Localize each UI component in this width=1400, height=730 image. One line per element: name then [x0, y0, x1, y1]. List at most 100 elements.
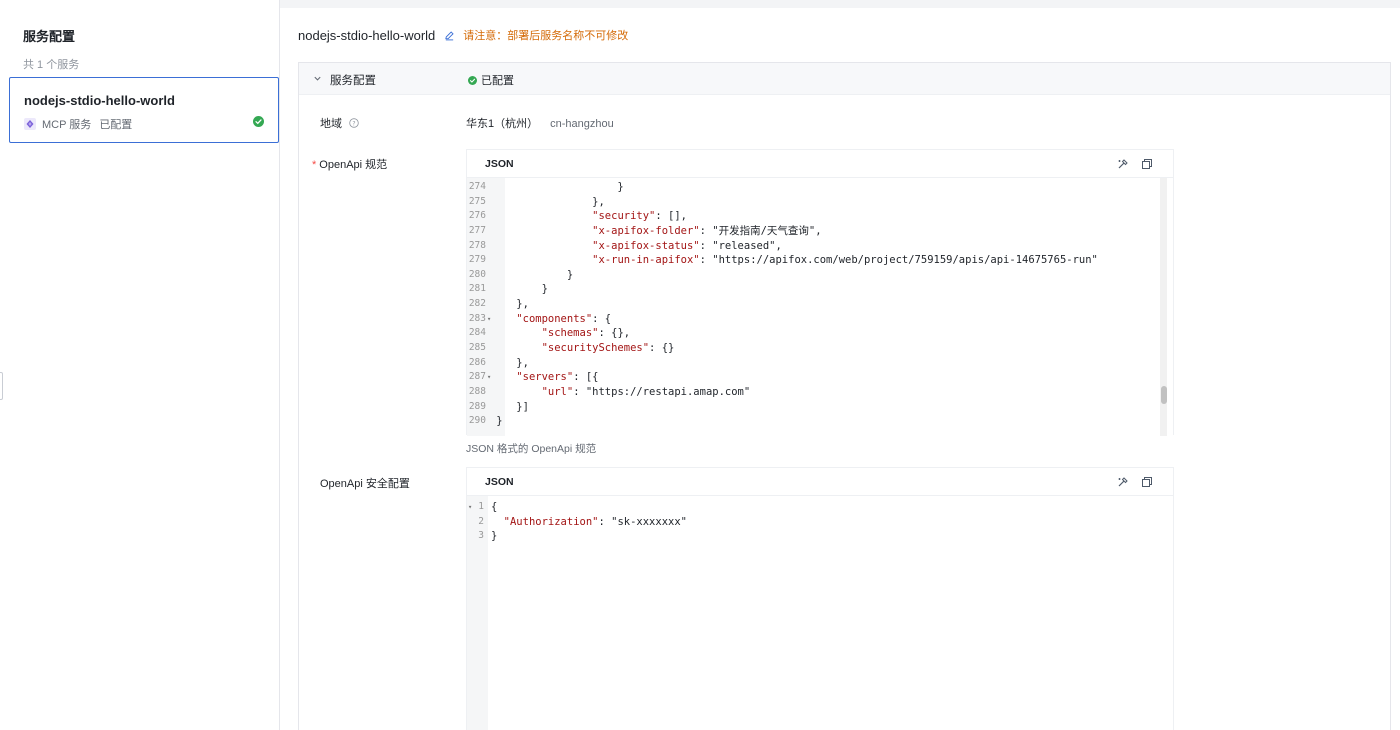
code-line[interactable]: 276 "security": [],: [467, 209, 1173, 224]
code-text: "url": "https://restapi.amap.com": [541, 385, 751, 398]
fold-toggle-icon[interactable]: ▾: [468, 500, 472, 515]
copy-icon[interactable]: [1141, 476, 1153, 488]
service-card[interactable]: nodejs-stdio-hello-world MCP 服务 已配置: [9, 77, 279, 143]
code-line[interactable]: 284 "schemas": {},: [467, 326, 1173, 341]
code-line[interactable]: 275 },: [467, 195, 1173, 210]
svg-text:?: ?: [352, 120, 355, 127]
format-icon[interactable]: [1117, 476, 1129, 488]
sidebar-resize-handle[interactable]: [0, 372, 3, 400]
code-text: "schemas": {},: [541, 327, 631, 340]
code-area[interactable]: 274 } 275 }, 276 "security": [], 277 "x-api…: [467, 178, 1173, 436]
main-content: nodejs-stdio-hello-world 请注意：部署后服务名称不可修改…: [280, 8, 1400, 730]
region-name: 华东1（杭州）: [466, 118, 539, 130]
line-number: 287: [468, 371, 486, 383]
service-name: nodejs-stdio-hello-world: [24, 93, 175, 108]
line-number: 278: [468, 239, 486, 251]
service-sidebar: 服务配置 共 1 个服务 nodejs-stdio-hello-world MC…: [0, 0, 280, 730]
code-text: }: [491, 283, 548, 296]
code-text: {: [491, 501, 498, 513]
code-line[interactable]: 2 "Authorization": "sk-xxxxxxx": [467, 515, 1173, 530]
code-text: }]: [491, 400, 529, 413]
line-number: 285: [468, 342, 486, 354]
help-icon[interactable]: ?: [349, 118, 359, 128]
service-status: 已配置: [99, 119, 133, 131]
copy-icon[interactable]: [1141, 158, 1153, 170]
code-line[interactable]: 290 }: [467, 414, 1173, 429]
line-number: 288: [468, 385, 486, 397]
code-line[interactable]: 278 "x-apifox-status": "released",: [467, 239, 1173, 254]
code-text: "security": [],: [592, 210, 687, 223]
openapi-label: * OpenApi 规范: [312, 156, 387, 172]
code-line[interactable]: 288 "url": "https://restapi.amap.com": [467, 385, 1173, 400]
panel-header[interactable]: 服务配置 已配置: [299, 63, 1390, 95]
code-line[interactable]: 280 }: [467, 268, 1173, 283]
code-text: "components": {: [516, 312, 612, 325]
code-line[interactable]: 289 }]: [467, 400, 1173, 415]
code-text: "Authorization": "sk-xxxxxxx": [503, 515, 687, 528]
service-config-panel: 服务配置 已配置 地域 ? 华东1（杭州） cn-hangzhou * OpenAp…: [298, 62, 1391, 730]
line-number: 281: [468, 283, 486, 295]
page-scrollbar[interactable]: [1392, 8, 1400, 730]
code-text: }: [491, 530, 498, 543]
code-line[interactable]: 3}: [467, 529, 1173, 544]
code-text: "x-apifox-folder": "开发指南/天气查询",: [592, 224, 822, 237]
code-line[interactable]: 286 },: [467, 356, 1173, 371]
format-icon[interactable]: [1117, 158, 1129, 170]
code-text: },: [491, 298, 529, 311]
line-number: 280: [468, 268, 486, 280]
edit-icon[interactable]: [444, 30, 455, 41]
code-text: "servers": [{: [516, 371, 599, 384]
region-label: 地域 ?: [320, 115, 359, 131]
code-text: }: [491, 268, 574, 281]
region-code: cn-hangzhou: [550, 118, 614, 130]
region-label-text: 地域: [320, 118, 342, 130]
editor-language: JSON: [485, 476, 514, 488]
region-value: 华东1（杭州） cn-hangzhou: [466, 115, 614, 131]
openapi-label-text: OpenApi 规范: [319, 159, 388, 171]
editor-scrollbar-thumb[interactable]: [1161, 386, 1167, 404]
code-text: }: [471, 415, 503, 428]
service-count: 共 1 个服务: [23, 59, 80, 71]
security-label: OpenApi 安全配置: [320, 478, 410, 490]
line-number: 274: [468, 181, 486, 192]
code-area[interactable]: 1 ▾{2 "Authorization": "sk-xxxxxxx" 3}: [467, 496, 1173, 730]
security-editor[interactable]: JSON 1 ▾{2 "Authorization": "sk-xxxxxxx" 3…: [466, 467, 1174, 730]
code-line[interactable]: 277 "x-apifox-folder": "开发指南/天气查询",: [467, 224, 1173, 239]
code-text: },: [491, 356, 529, 369]
line-number: 289: [468, 400, 486, 412]
rename-warning: 请注意：部署后服务名称不可修改: [463, 30, 629, 42]
editor-language: JSON: [485, 158, 514, 170]
code-line[interactable]: 285 "securitySchemes": {}: [467, 341, 1173, 356]
code-line[interactable]: 279 "x-run-in-apifox": "https://apifox.c…: [467, 253, 1173, 268]
line-number: 282: [468, 298, 486, 310]
code-text: "x-run-in-apifox": "https://apifox.com/w…: [592, 254, 1098, 267]
code-line[interactable]: 274 }: [467, 180, 1173, 195]
code-text: "x-apifox-status": "released",: [592, 239, 782, 252]
line-number: 3: [478, 530, 484, 542]
openapi-hint: JSON 格式的 OpenApi 规范: [466, 443, 597, 455]
required-mark: *: [312, 159, 317, 171]
chevron-down-icon[interactable]: [313, 74, 322, 83]
sidebar-title: 服务配置: [23, 29, 76, 44]
code-line[interactable]: 1 ▾{: [467, 500, 1173, 515]
line-number: 277: [468, 224, 486, 236]
code-text: },: [491, 195, 605, 208]
line-number: 279: [468, 254, 486, 266]
code-line[interactable]: 282 },: [467, 297, 1173, 312]
code-text: }: [491, 181, 624, 193]
panel-status-text: 已配置: [481, 75, 514, 87]
code-line[interactable]: 283 ▾ "components": {: [467, 312, 1173, 327]
line-number: 2: [478, 515, 484, 527]
line-number: 275: [468, 195, 486, 207]
code-line[interactable]: 281 }: [467, 282, 1173, 297]
check-circle-icon: [253, 116, 264, 127]
openapi-editor[interactable]: JSON 274 } 275 }, 276 "security": [], 27…: [466, 149, 1174, 436]
line-number: 276: [468, 210, 486, 222]
service-type: MCP 服务: [42, 119, 92, 131]
line-number: 286: [468, 356, 486, 368]
code-line[interactable]: 287 ▾ "servers": [{: [467, 370, 1173, 385]
check-circle-icon: [468, 75, 477, 85]
panel-title: 服务配置: [330, 75, 376, 87]
page-title: nodejs-stdio-hello-world: [298, 27, 436, 43]
panel-status-badge: 已配置: [468, 72, 514, 88]
